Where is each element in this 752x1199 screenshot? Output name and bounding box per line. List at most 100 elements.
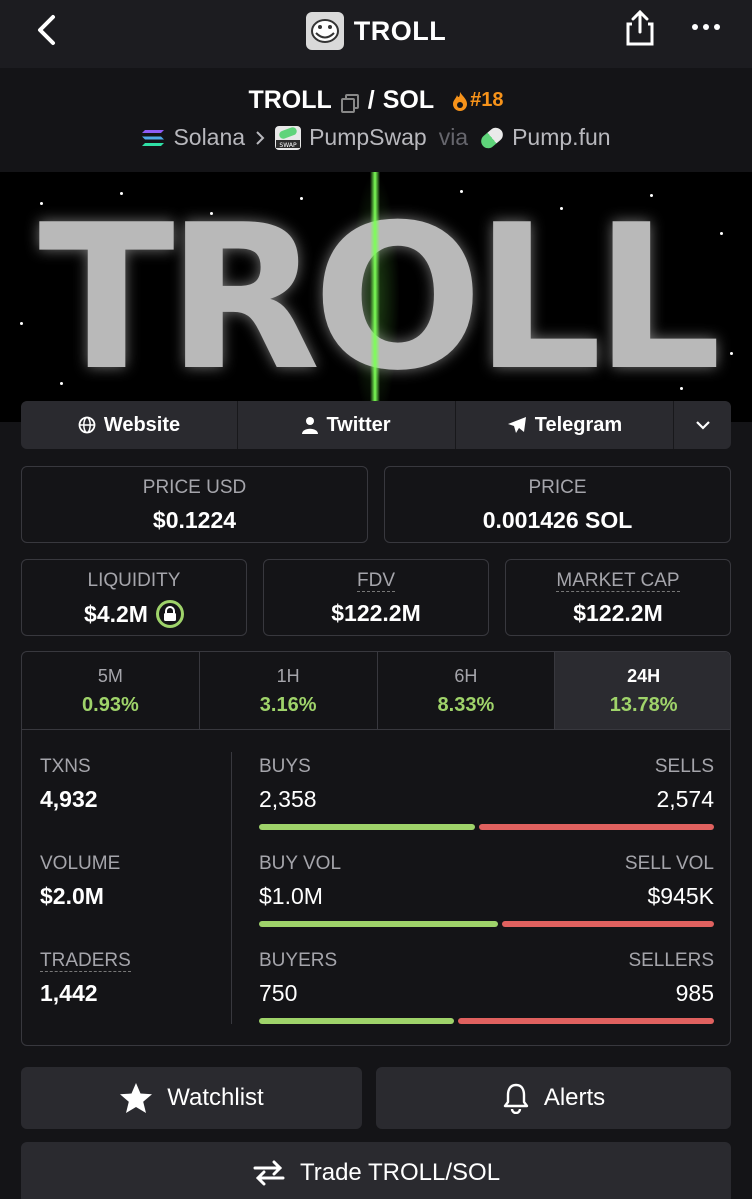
buy-bar [259,1018,454,1024]
tab-change: 13.78% [609,694,678,716]
chevron-down-icon [695,421,710,430]
telegram-button[interactable]: Telegram [456,401,674,449]
chain-breadcrumb: Solana SWAP PumpSwap via Pump.fun [0,124,752,151]
svg-text:SWAP: SWAP [279,142,297,149]
buy-bar [259,824,475,830]
sell-bar [458,1018,714,1024]
pair-title: TROLL / SOL #18 [0,86,752,115]
stats-panel: 5M 0.93% 1H 3.16% 6H 8.33% 24H 13.78% TX… [21,651,731,1046]
stats-divider [231,752,232,1024]
fdv-label[interactable]: FDV [357,570,395,592]
telegram-label: Telegram [534,413,623,436]
more-socials-button[interactable] [674,401,731,449]
base-symbol: TROLL [248,86,332,114]
token-banner: TROLL [0,172,752,422]
buyers-label: BUYERS [259,950,338,971]
pumpswap-icon: SWAP [275,125,302,150]
website-button[interactable]: Website [21,401,238,449]
market-cap-label[interactable]: MARKET CAP [556,570,680,592]
buys-value: 2,358 [259,786,317,812]
buyers-sellers-bar [259,1018,714,1024]
fdv-card: FDV $122.2M [263,559,489,636]
watchlist-button[interactable]: Watchlist [21,1067,362,1129]
liquidity-label: LIQUIDITY [87,570,181,591]
tab-24h[interactable]: 24H 13.78% [555,652,730,729]
title-text: TROLL [353,15,447,46]
trade-button[interactable]: Trade TROLL/SOL [21,1142,731,1199]
tab-5m[interactable]: 5M 0.93% [22,652,200,729]
globe-icon [78,416,96,434]
price-usd-value: $0.1224 [152,507,237,533]
volume-split-metric: BUY VOL SELL VOL $1.0M $945K [259,853,714,933]
launchpad-name[interactable]: Pump.fun [512,124,610,151]
banner-beam [370,172,380,422]
bell-icon [503,1083,529,1114]
volume-label: VOLUME [40,853,121,874]
lock-icon[interactable] [155,600,184,628]
tab-label: 6H [454,666,478,686]
share-icon[interactable] [622,8,658,48]
sell-bar [502,921,714,927]
txns-metric: TXNS 4,932 [40,756,98,813]
sells-label: SELLS [654,756,714,777]
sells-value: 2,574 [656,786,714,812]
volume-split-bar [259,921,714,927]
rank-badge[interactable]: #18 [452,89,504,112]
chevron-right-icon [256,130,265,145]
alerts-label: Alerts [543,1084,606,1111]
tab-1h[interactable]: 1H 3.16% [200,652,378,729]
watchlist-label: Watchlist [167,1084,264,1111]
market-cap-card: MARKET CAP $122.2M [505,559,731,636]
price-native-label: PRICE [528,477,587,498]
tab-change: 8.33% [437,694,495,716]
more-icon[interactable] [688,12,724,42]
fdv-value: $122.2M [331,600,421,626]
dex-name[interactable]: PumpSwap [309,124,427,151]
buys-sells-bar [259,824,714,830]
buy-vol-value: $1.0M [259,883,323,909]
pair-separator: / [367,86,375,114]
market-cap-value: $122.2M [573,600,663,626]
twitter-label: Twitter [326,413,391,436]
alerts-button[interactable]: Alerts [376,1067,731,1129]
price-usd-card: PRICE USD $0.1224 [21,466,368,543]
txns-value: 4,932 [40,786,98,812]
tab-6h[interactable]: 6H 8.33% [378,652,556,729]
website-label: Website [103,413,181,436]
buyers-sellers-metric: BUYERS SELLERS 750 985 [259,950,714,1030]
price-native-value: 0.001426 SOL [482,507,633,533]
buys-sells-metric: BUYS SELLS 2,358 2,574 [259,756,714,836]
traders-label[interactable]: TRADERS [40,950,131,972]
sell-vol-value: $945K [647,883,714,909]
timeframe-tabs: 5M 0.93% 1H 3.16% 6H 8.33% 24H 13.78% [22,652,730,730]
copy-icon[interactable] [340,91,360,113]
pair-header: TROLL / SOL #18 Solana SWAP PumpSwap via… [0,68,752,172]
star-icon [120,1083,153,1113]
tab-change: 3.16% [259,694,317,716]
top-bar: TROLL [0,0,752,68]
liquidity-card: LIQUIDITY $4.2M [21,559,247,636]
txns-label: TXNS [40,756,91,777]
sellers-label: SELLERS [628,950,714,971]
rank-text: #18 [470,89,504,111]
buy-vol-label: BUY VOL [259,853,342,874]
buyers-value: 750 [259,980,298,1006]
sell-bar [479,824,714,830]
volume-metric: VOLUME $2.0M [40,853,120,910]
buy-bar [259,921,498,927]
sellers-value: 985 [675,980,714,1006]
via-text: via [438,124,469,150]
social-links: Website Twitter Telegram [21,401,731,449]
quote-symbol: SOL [382,86,435,114]
tab-label: 24H [627,666,661,686]
tab-label: 5M [97,666,123,686]
tab-change: 0.93% [82,694,139,716]
buys-label: BUYS [259,756,311,777]
price-usd-label: PRICE USD [142,477,247,498]
twitter-button[interactable]: Twitter [238,401,456,449]
flame-icon [453,91,468,111]
chain-name[interactable]: Solana [173,124,245,151]
traders-metric: TRADERS 1,442 [40,950,131,1007]
liquidity-value: $4.2M [84,600,148,627]
sell-vol-label: SELL VOL [624,853,714,874]
